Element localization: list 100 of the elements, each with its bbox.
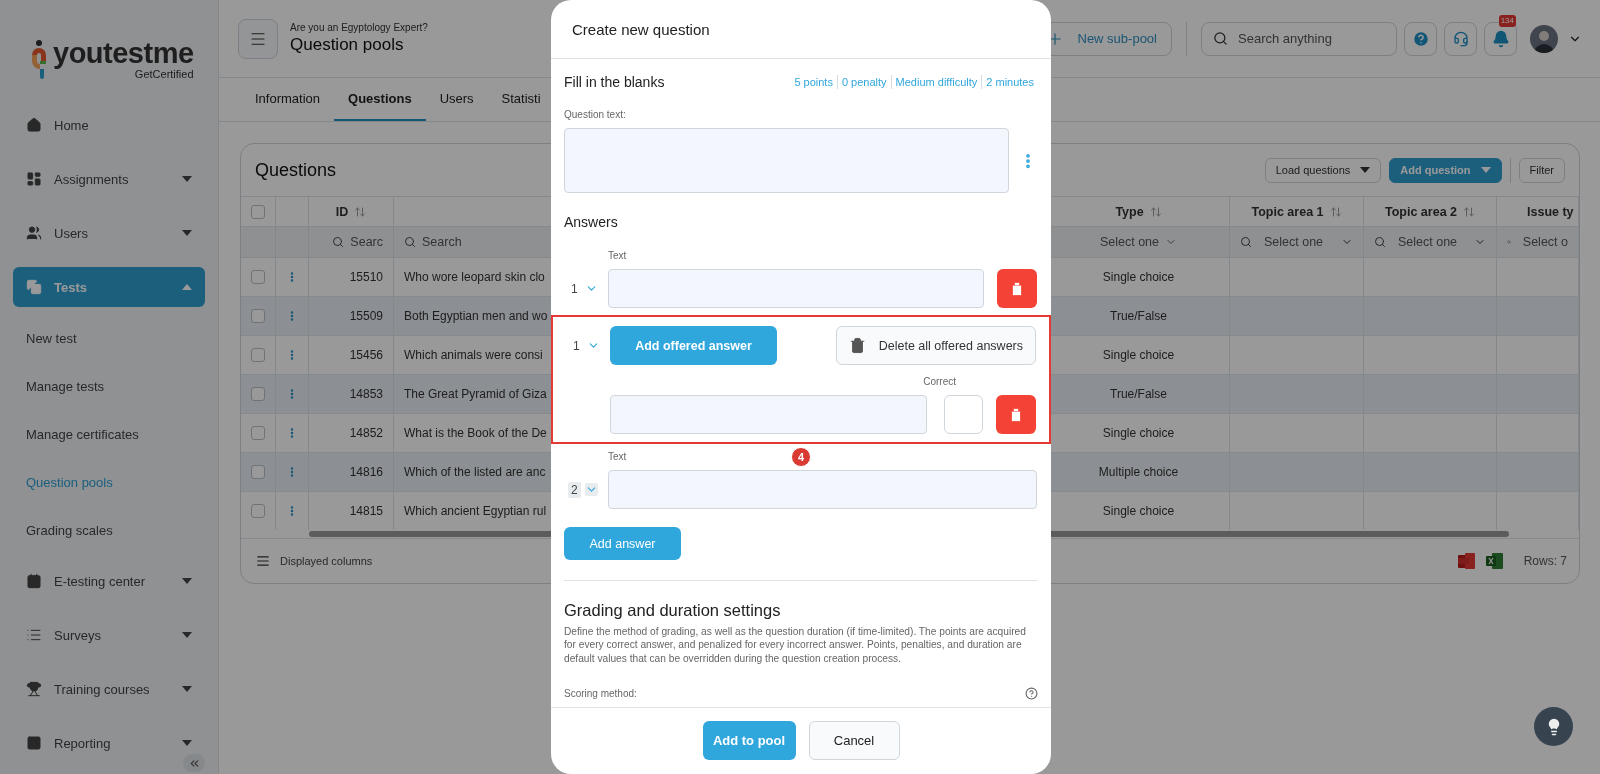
card-title: Questions	[255, 159, 337, 181]
add-to-pool-button[interactable]: Add to pool	[702, 720, 796, 760]
sort-icon[interactable]	[1463, 205, 1475, 218]
table-cell: The Great Pyramid of Giza	[404, 387, 547, 401]
nav-item[interactable]: Assignments	[13, 159, 205, 199]
caret-icon	[1480, 167, 1491, 173]
home-icon	[26, 117, 42, 133]
nav-subitem[interactable]: Manage certificates	[13, 410, 205, 458]
correct-checkbox[interactable]	[944, 395, 983, 434]
copies-icon	[26, 279, 42, 295]
nav-item[interactable]: Reporting	[13, 723, 205, 763]
table-cell: True/False	[1110, 309, 1167, 323]
row-checkbox[interactable]	[251, 270, 265, 284]
help-icon[interactable]	[1025, 686, 1038, 700]
question-text-field[interactable]	[564, 128, 1009, 193]
answer-number[interactable]: 1	[570, 337, 583, 354]
setting-link[interactable]: 5 points	[790, 75, 837, 89]
table-cell: 15509	[349, 309, 383, 323]
delete-button[interactable]	[996, 395, 1036, 434]
row-checkbox[interactable]	[251, 348, 265, 362]
filter-select[interactable]: Select o	[1522, 235, 1568, 249]
row-checkbox[interactable]	[251, 426, 265, 440]
nav-item[interactable]: Training courses	[13, 669, 205, 709]
table-cell: True/False	[1110, 387, 1167, 401]
search-icon	[1213, 30, 1228, 46]
nav-item[interactable]: Home	[13, 105, 205, 145]
nav-item[interactable]: Tests	[13, 267, 205, 307]
table-cell: 15456	[349, 348, 383, 362]
notifications-button[interactable]	[1484, 21, 1517, 56]
tab[interactable]: Statisti	[487, 78, 555, 121]
answer-input[interactable]	[608, 269, 984, 308]
spreadsheet-icon[interactable]	[1485, 552, 1504, 570]
sort-icon[interactable]	[1149, 205, 1162, 218]
add-question-button[interactable]: Add question	[1389, 157, 1502, 183]
filter-select[interactable]: Select one	[1099, 235, 1160, 249]
field-label: Text	[608, 451, 627, 463]
tab[interactable]: Users	[425, 78, 488, 121]
column-header[interactable]: Issue ty	[1527, 204, 1574, 219]
column-header[interactable]: Topic area 1	[1251, 204, 1324, 219]
setting-link[interactable]: Medium difficulty	[890, 75, 982, 89]
answer-input[interactable]	[608, 470, 1037, 509]
table-cell: 14816	[349, 465, 383, 479]
search-field[interactable]: Search anything	[1201, 21, 1397, 56]
pdf-icon[interactable]	[1457, 552, 1476, 570]
filter-button[interactable]: Filter	[1518, 157, 1565, 183]
row-checkbox[interactable]	[251, 309, 265, 323]
cancel-button[interactable]: Cancel	[808, 720, 900, 760]
section-title: Answers	[564, 214, 619, 230]
filter-select[interactable]: Select one	[1398, 235, 1458, 249]
select-all-checkbox[interactable]	[251, 204, 265, 219]
notification-count: 134	[1498, 14, 1516, 27]
search-icon	[404, 236, 416, 248]
filter-field[interactable]: Searc	[350, 235, 383, 249]
tips-button[interactable]	[1534, 707, 1573, 746]
tab[interactable]: Information	[241, 78, 335, 121]
answer-number[interactable]: 1	[568, 280, 581, 297]
sort-icon[interactable]	[354, 205, 367, 218]
nav-item[interactable]: Users	[13, 213, 205, 253]
nav-subitem[interactable]: New test	[13, 314, 205, 362]
columns-icon[interactable]	[256, 554, 270, 568]
nav-item[interactable]: E-testing center	[13, 561, 205, 601]
setting-link[interactable]: 2 minutes	[981, 75, 1038, 89]
support-button[interactable]	[1444, 21, 1477, 56]
row-checkbox[interactable]	[251, 387, 265, 401]
nav-label: E-testing center	[54, 573, 147, 589]
help-button[interactable]	[1404, 21, 1437, 56]
field-label: Correct	[923, 376, 956, 388]
column-header[interactable]: Topic area 2	[1385, 204, 1457, 219]
table-cell: Single choice	[1102, 426, 1175, 440]
menu-button[interactable]	[238, 18, 278, 59]
column-header[interactable]: Type	[1115, 204, 1144, 219]
filter-select[interactable]: Select one	[1264, 235, 1324, 249]
filter-field[interactable]: Search	[422, 235, 462, 249]
add-answer-button[interactable]: Add answer	[564, 527, 681, 560]
table-cell: Who wore leopard skin clo	[404, 270, 545, 284]
row-checkbox[interactable]	[251, 504, 265, 518]
add-offered-answer-button[interactable]: Add offered answer	[610, 326, 777, 365]
trash-icon	[848, 337, 866, 354]
sort-icon[interactable]	[1329, 205, 1342, 218]
nav-subitem[interactable]: Grading scales	[13, 506, 205, 554]
table-cell: 14815	[349, 504, 383, 518]
offered-answer-input[interactable]	[610, 395, 927, 434]
search-icon	[1240, 236, 1252, 248]
headset-icon	[1452, 30, 1469, 47]
setting-link[interactable]: 0 penalty	[836, 75, 891, 89]
column-header[interactable]: ID	[335, 204, 349, 219]
row-checkbox[interactable]	[251, 465, 265, 479]
table-cell: 15510	[349, 270, 383, 284]
nav-label: Reporting	[54, 735, 112, 751]
table-cell: Which animals were consi	[404, 348, 543, 362]
nav-subitem[interactable]: Manage tests	[13, 362, 205, 410]
collapse-button[interactable]	[183, 754, 205, 772]
delete-all-button[interactable]: Delete all offered answers	[835, 326, 1036, 365]
delete-button[interactable]	[997, 269, 1037, 308]
nav-item[interactable]: Surveys	[13, 615, 205, 655]
nav-label: Home	[54, 117, 90, 133]
table-cell: Which of the listed are anc	[404, 465, 546, 479]
tab[interactable]: Questions	[334, 78, 426, 121]
avatar[interactable]	[1530, 24, 1558, 53]
load-questions-button[interactable]: Load questions	[1264, 157, 1382, 183]
